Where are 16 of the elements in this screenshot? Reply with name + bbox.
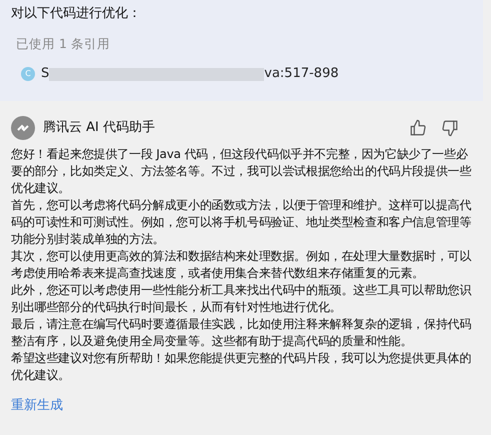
assistant-name: 腾讯云 AI 代码助手 — [43, 119, 156, 138]
response-paragraph: 希望这些建议对您有所帮助！如果您能提供更完整的代码片段，我可以为您提供更具体的优化建议。 — [11, 350, 472, 384]
regenerate-link[interactable]: 重新生成 — [11, 396, 63, 415]
response-paragraph: 此外，您还可以考虑使用一些性能分析工具来找出代码中的瓶颈。这些工具可以帮助您识别出哪些部分的代码执行时间最长，从而有针对性地进行优化。 — [11, 282, 472, 316]
response-paragraph: 最后，请注意在编写代码时要遵循最佳实践，比如使用注释来解释复杂的逻辑，保持代码整洁有序，以及避免使用全局变量等。这些都有助于提高代码的质量和性能。 — [11, 316, 472, 350]
response-paragraph: 其次，您可以使用更高效的算法和数据结构来处理数据。例如，在处理大量数据时，可以考虑使用哈希表来提高查找速度，或者使用集合来替代数组来存储重复的元素。 — [11, 248, 472, 282]
references-summary: 已使用 1 条引用 — [16, 35, 111, 53]
response-paragraph: 首先，您可以考虑将代码分解成更小的函数或方法，以便于管理和维护。这样可以提高代码的可读性和可测试性。例如，您可以将手机号码验证、地址类型检查和客户信息管理等功能分别封装成单独的方法。 — [11, 197, 472, 248]
prompt-text: 对以下代码进行优化： — [11, 5, 142, 23]
thumbs-up-icon — [409, 119, 427, 137]
response-paragraph: 您好！看起来您提供了一段 Java 代码，但这段代码似乎并不完整，因为它缺少了一些必要的部分，比如类定义、方法签名等。不过，我可以尝试根据您给出的代码片段提供一些优化建议。 — [11, 146, 472, 197]
assistant-avatar-icon — [11, 116, 35, 140]
thumbs-down-icon — [441, 119, 459, 137]
file-type-icon: C — [21, 67, 35, 81]
reference-start-text: S — [41, 65, 50, 84]
reference-end-text: va:517-898 — [264, 65, 339, 84]
